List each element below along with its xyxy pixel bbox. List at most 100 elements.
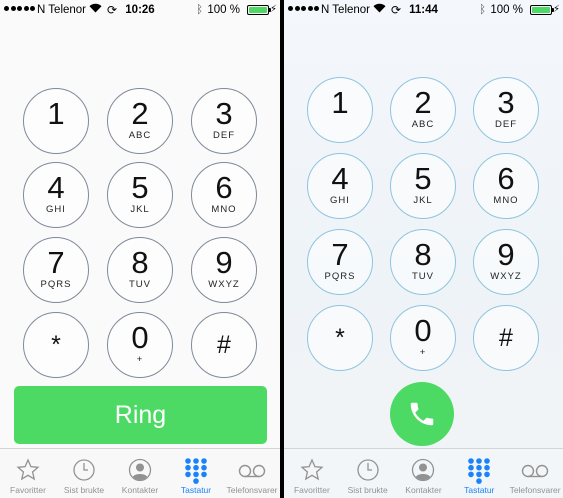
key-3[interactable]: 3 DEF xyxy=(191,88,257,154)
tab-label: Sist brukte xyxy=(347,485,388,495)
tab-telefonsvarer[interactable]: Telefonsvarer xyxy=(224,449,280,498)
key-digit: 1 xyxy=(331,85,349,120)
tab-telefonsvarer[interactable]: Telefonsvarer xyxy=(507,449,563,498)
key-digit: * xyxy=(51,331,61,359)
key-digit: # xyxy=(499,324,513,352)
key-digit: 0 xyxy=(131,320,149,355)
key-8[interactable]: 8 TUV xyxy=(390,229,456,295)
phone-handset-icon xyxy=(410,402,434,426)
key-6[interactable]: 6 MNO xyxy=(473,153,539,219)
key-letters: JKL xyxy=(413,195,433,206)
contact-icon xyxy=(128,458,152,487)
key-digit: 5 xyxy=(131,170,149,205)
key-6[interactable]: 6 MNO xyxy=(191,162,257,228)
tab-favoritter[interactable]: Favoritter xyxy=(284,449,340,498)
key-digit: 7 xyxy=(47,245,65,280)
tab-tastatur[interactable]: Tastatur xyxy=(451,449,507,498)
tab-label: Tastatur xyxy=(180,485,212,495)
star-icon xyxy=(16,458,40,487)
contact-icon xyxy=(411,458,435,487)
key-letters: GHI xyxy=(46,204,66,215)
key-letters: PQRS xyxy=(40,279,72,290)
key-0[interactable]: 0 + xyxy=(107,312,173,378)
tab-label: Favoritter xyxy=(10,485,46,495)
battery-percent: 100 % xyxy=(490,4,523,16)
key-letters: TUV xyxy=(412,271,434,282)
status-bar: N Telenor ⟳ 11:44 ᛒ 100 % ⚡ xyxy=(284,0,563,20)
key-digit: 3 xyxy=(497,85,515,120)
key-letters: JKL xyxy=(130,204,150,215)
key-digit: 6 xyxy=(497,161,515,196)
key-digit: 8 xyxy=(414,237,432,272)
key-2[interactable]: 2 ABC xyxy=(390,77,456,143)
voicemail-icon xyxy=(237,458,267,487)
phone-screen-right: N Telenor ⟳ 11:44 ᛒ 100 % ⚡ 1 2 ABC 3 DEF 4 GH… xyxy=(284,0,563,498)
key-1[interactable]: 1 xyxy=(23,88,89,154)
tab-favoritter[interactable]: Favoritter xyxy=(0,449,56,498)
key-digit: 9 xyxy=(497,237,515,272)
key-digit: 6 xyxy=(215,170,233,205)
tab-label: Telefonsvarer xyxy=(509,485,561,495)
key-letters: + xyxy=(136,354,144,365)
tab-label: Tastatur xyxy=(464,485,495,495)
call-button[interactable]: Ring xyxy=(14,386,267,444)
key-digit: # xyxy=(217,331,231,359)
key-letters: DEF xyxy=(495,119,517,130)
tab-label: Telefonsvarer xyxy=(226,485,278,495)
key-digit: 3 xyxy=(215,96,233,131)
bluetooth-icon: ᛒ xyxy=(196,4,203,16)
key-letters: PQRS xyxy=(324,271,356,282)
key-digit: * xyxy=(335,324,345,352)
key-0[interactable]: 0 + xyxy=(390,305,456,371)
tab-label: Sist brukte xyxy=(63,485,105,495)
tab-label: Kontakter xyxy=(121,485,159,495)
battery-icon xyxy=(247,5,271,15)
key-star[interactable]: * xyxy=(307,305,373,371)
key-hash[interactable]: # xyxy=(473,305,539,371)
key-digit: 5 xyxy=(414,161,432,196)
key-7[interactable]: 7 PQRS xyxy=(23,237,89,303)
key-8[interactable]: 8 TUV xyxy=(107,237,173,303)
key-digit: 1 xyxy=(47,96,65,131)
key-5[interactable]: 5 JKL xyxy=(107,162,173,228)
key-digit: 0 xyxy=(414,313,432,348)
voicemail-icon xyxy=(520,458,550,487)
key-letters: MNO xyxy=(493,195,519,206)
key-5[interactable]: 5 JKL xyxy=(390,153,456,219)
key-digit: 2 xyxy=(414,85,432,120)
charging-icon: ⚡ xyxy=(269,4,277,15)
tab-bar: Favoritter Sist brukte Kontakter Tastatur Te… xyxy=(284,448,563,498)
key-2[interactable]: 2 ABC xyxy=(107,88,173,154)
key-4[interactable]: 4 GHI xyxy=(23,162,89,228)
key-7[interactable]: 7 PQRS xyxy=(307,229,373,295)
key-star[interactable]: * xyxy=(23,312,89,378)
key-letters: + xyxy=(419,347,427,358)
key-9[interactable]: 9 WXYZ xyxy=(473,229,539,295)
tab-label: Kontakter xyxy=(405,485,442,495)
tab-kontakter[interactable]: Kontakter xyxy=(112,449,168,498)
tab-sist-brukte[interactable]: Sist brukte xyxy=(56,449,112,498)
key-4[interactable]: 4 GHI xyxy=(307,153,373,219)
key-hash[interactable]: # xyxy=(191,312,257,378)
key-letters: DEF xyxy=(213,130,235,141)
battery-percent: 100 % xyxy=(207,4,240,16)
star-icon xyxy=(300,458,324,487)
key-3[interactable]: 3 DEF xyxy=(473,77,539,143)
tab-kontakter[interactable]: Kontakter xyxy=(396,449,452,498)
key-letters: TUV xyxy=(129,279,151,290)
tab-label: Favoritter xyxy=(293,485,330,495)
key-digit: 2 xyxy=(131,96,149,131)
call-button[interactable] xyxy=(390,382,454,446)
key-letters: ABC xyxy=(411,119,435,130)
key-letters: GHI xyxy=(330,195,350,206)
tab-tastatur[interactable]: Tastatur xyxy=(168,449,224,498)
key-letters: WXYZ xyxy=(490,271,522,282)
key-digit: 8 xyxy=(131,245,149,280)
tab-sist-brukte[interactable]: Sist brukte xyxy=(340,449,396,498)
key-1[interactable]: 1 xyxy=(307,77,373,143)
phone-screen-left: N Telenor ⟳ 10:26 ᛒ 100 % ⚡ 1 2 ABC 3 DEF 4 GH… xyxy=(0,0,280,498)
key-9[interactable]: 9 WXYZ xyxy=(191,237,257,303)
charging-icon: ⚡ xyxy=(552,4,560,15)
key-digit: 7 xyxy=(331,237,349,272)
key-digit: 4 xyxy=(47,170,65,205)
